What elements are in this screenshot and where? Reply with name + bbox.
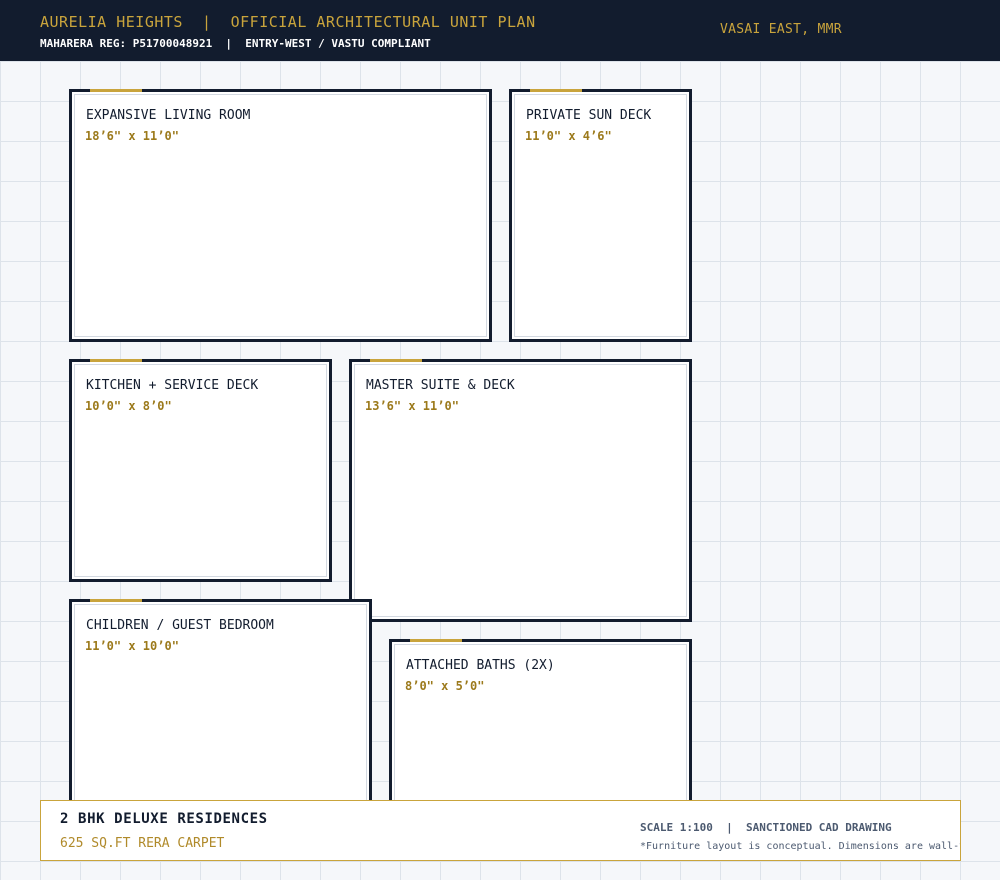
room-dimensions: 10’0" x 8’0": [85, 399, 172, 413]
room-dimensions: 11’0" x 10’0": [85, 639, 179, 653]
door-marker: [90, 599, 142, 602]
room-name: CHILDREN / GUEST BEDROOM: [86, 618, 274, 633]
room-dimensions: 18’6" x 11’0": [85, 129, 179, 143]
door-marker: [530, 89, 582, 92]
room-name: EXPANSIVE LIVING ROOM: [86, 108, 251, 123]
door-marker: [410, 639, 462, 642]
registration-info: MAHARERA REG: P51700048921 | ENTRY-WEST …: [40, 37, 431, 50]
disclaimer-note: *Furniture layout is conceptual. Dimensi…: [640, 841, 960, 852]
room-name: KITCHEN + SERVICE DECK: [86, 378, 259, 393]
door-marker: [90, 89, 142, 92]
room-guest-bedroom: CHILDREN / GUEST BEDROOM 11’0" x 10’0": [69, 599, 372, 822]
plan-title: AURELIA HEIGHTS | OFFICIAL ARCHITECTURAL…: [40, 13, 536, 31]
door-marker: [370, 359, 422, 362]
room-name: MASTER SUITE & DECK: [366, 378, 515, 393]
room-master-suite: MASTER SUITE & DECK 13’6" x 11’0": [349, 359, 692, 622]
room-sun-deck: PRIVATE SUN DECK 11’0" x 4’6": [509, 89, 692, 342]
door-marker: [90, 359, 142, 362]
location-label: VASAI EAST, MMR: [720, 22, 842, 37]
scale-label: SCALE 1:100 | SANCTIONED CAD DRAWING: [640, 821, 892, 834]
room-dimensions: 13’6" x 11’0": [365, 399, 459, 413]
room-kitchen: KITCHEN + SERVICE DECK 10’0" x 8’0": [69, 359, 332, 582]
room-dimensions: 8’0" x 5’0": [405, 679, 485, 693]
header-bar: AURELIA HEIGHTS | OFFICIAL ARCHITECTURAL…: [0, 0, 1000, 61]
carpet-area: 625 SQ.FT RERA CARPET: [60, 836, 225, 851]
room-name: ATTACHED BATHS (2X): [406, 658, 555, 673]
unit-type-title: 2 BHK DELUXE RESIDENCES: [60, 811, 268, 827]
footer-panel: 2 BHK DELUXE RESIDENCES 625 SQ.FT RERA C…: [40, 800, 961, 861]
room-baths: ATTACHED BATHS (2X) 8’0" x 5’0": [389, 639, 692, 822]
room-name: PRIVATE SUN DECK: [526, 108, 652, 123]
room-dimensions: 11’0" x 4’6": [525, 129, 612, 143]
room-living: EXPANSIVE LIVING ROOM 18’6" x 11’0": [69, 89, 492, 342]
